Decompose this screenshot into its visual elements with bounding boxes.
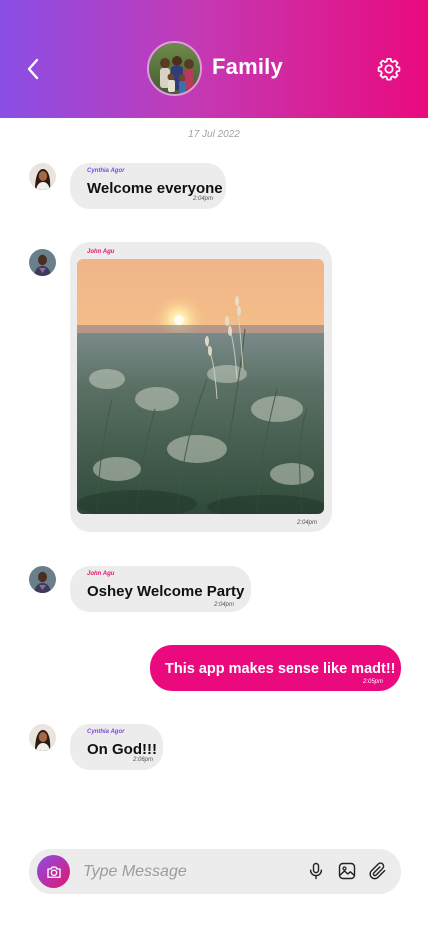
date-separator: 17 Jul 2022 xyxy=(188,129,240,140)
settings-button[interactable] xyxy=(376,56,402,82)
back-button[interactable] xyxy=(22,56,44,82)
message-time: 2:05pm xyxy=(363,679,384,685)
message-bubble[interactable]: Cynthia Agor Welcome everyone 2:04pm xyxy=(70,163,226,209)
sunset-field-photo[interactable] xyxy=(77,259,324,514)
message-composer xyxy=(29,849,401,894)
message-time: 2:04pm xyxy=(297,520,318,526)
message-text: This app makes sense like madt!! xyxy=(165,661,396,677)
avatar-cynthia[interactable] xyxy=(29,724,56,751)
image-icon xyxy=(338,862,356,880)
avatar-john[interactable] xyxy=(29,249,56,276)
attach-button[interactable] xyxy=(367,860,389,882)
camera-button[interactable] xyxy=(37,855,70,888)
message-time: 2:04pm xyxy=(193,196,214,202)
sender-name: John Agu xyxy=(87,571,115,577)
message-text: On God!!! xyxy=(87,741,157,758)
sender-name: Cynthia Agor xyxy=(87,729,125,735)
sender-name: John Agu xyxy=(87,249,115,255)
microphone-icon xyxy=(309,862,323,880)
message-time: 2:04pm xyxy=(214,602,235,608)
gear-icon xyxy=(377,57,401,81)
message-text: Welcome everyone xyxy=(87,180,223,197)
chevron-left-icon xyxy=(27,58,39,80)
camera-icon xyxy=(46,865,61,878)
message-input[interactable] xyxy=(83,859,283,884)
message-bubble[interactable]: John Agu Oshey Welcome Party 2:04pm xyxy=(70,566,251,612)
chat-title: Family xyxy=(212,54,283,79)
paperclip-icon xyxy=(369,862,386,880)
avatar-cynthia[interactable] xyxy=(29,163,56,190)
chat-header: Family xyxy=(0,0,428,118)
avatar-john[interactable] xyxy=(29,566,56,593)
message-time: 2:06pm xyxy=(133,757,154,763)
voice-button[interactable] xyxy=(305,860,327,882)
message-text: Oshey Welcome Party xyxy=(87,583,245,600)
group-avatar[interactable] xyxy=(147,41,202,96)
outgoing-message-bubble[interactable]: This app makes sense like madt!! 2:05pm xyxy=(150,645,401,691)
gallery-button[interactable] xyxy=(336,860,358,882)
sender-name: Cynthia Agor xyxy=(87,168,125,174)
message-bubble[interactable]: Cynthia Agor On God!!! 2:06pm xyxy=(70,724,163,770)
